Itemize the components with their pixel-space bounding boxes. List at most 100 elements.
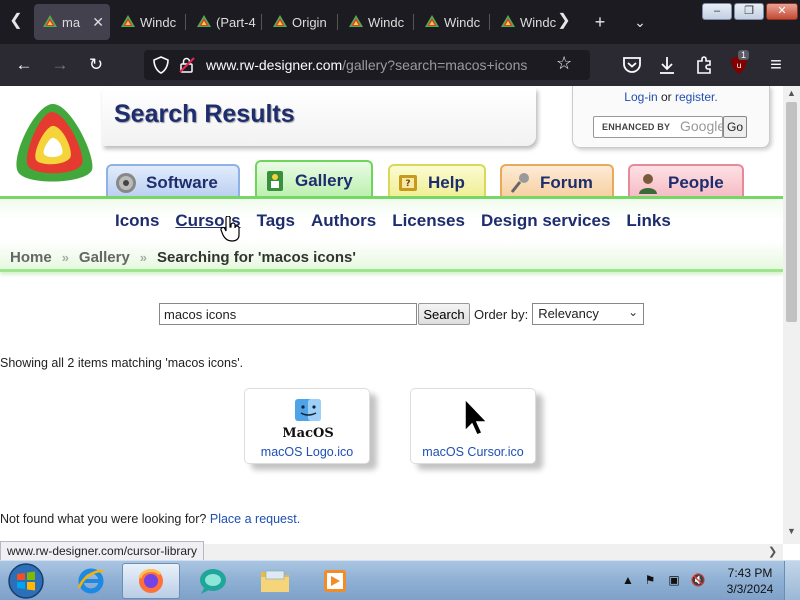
- tab-help[interactable]: ? Help: [388, 164, 486, 200]
- downloads-icon[interactable]: [658, 55, 676, 75]
- help-book-icon: ?: [399, 175, 417, 191]
- tab-separator: [261, 14, 262, 30]
- result-card-macos-logo[interactable]: MacOS macOS Logo.ico: [244, 388, 370, 464]
- result-card-macos-cursor[interactable]: macOS Cursor.ico: [410, 388, 536, 464]
- login-link[interactable]: Log-in: [624, 90, 657, 104]
- vertical-scrollbar[interactable]: ▲ ▼: [783, 86, 800, 544]
- tab-title: Windc: [140, 14, 177, 30]
- browser-tab-6[interactable]: Windc: [416, 4, 492, 40]
- scrollbar-thumb[interactable]: [786, 102, 797, 322]
- scroll-right-icon[interactable]: ❯: [768, 545, 777, 558]
- taskbar-firefox[interactable]: [122, 563, 180, 599]
- tab-scroll-left-icon[interactable]: ❮: [6, 10, 26, 32]
- not-found-text: Not found what you were looking for?: [0, 512, 207, 526]
- tab-people[interactable]: People: [628, 164, 744, 200]
- subnav-icons[interactable]: Icons: [115, 211, 159, 231]
- result-name[interactable]: macOS Logo.ico: [245, 445, 369, 459]
- taskbar-chat-app[interactable]: [184, 563, 242, 599]
- browser-tab-4[interactable]: Origin: [264, 4, 340, 40]
- shield-icon[interactable]: [152, 56, 170, 74]
- subnav-licenses[interactable]: Licenses: [392, 211, 465, 231]
- breadcrumb-home[interactable]: Home: [10, 249, 52, 266]
- insecure-lock-icon[interactable]: [178, 56, 196, 74]
- tab-software[interactable]: Software: [106, 164, 240, 200]
- browser-nav-bar: ← → ↻ www.rw-designer.com/gallery?search…: [0, 44, 800, 86]
- tab-separator: [413, 14, 414, 30]
- subnav-design-services[interactable]: Design services: [481, 211, 610, 231]
- register-link[interactable]: register.: [675, 90, 718, 104]
- google-go-button[interactable]: Go: [723, 116, 747, 138]
- rw-favicon-icon: [349, 15, 363, 27]
- tab-close-icon[interactable]: ✕: [92, 14, 104, 31]
- tab-title: ma: [62, 14, 81, 30]
- person-icon: [639, 174, 657, 194]
- tab-separator: [337, 14, 338, 30]
- extensions-puzzle-icon[interactable]: [694, 55, 714, 75]
- media-player-icon: [324, 570, 346, 592]
- login-panel: Log-in or register. ENHANCED BY Google G…: [572, 86, 770, 148]
- address-bar[interactable]: www.rw-designer.com/gallery?search=macos…: [144, 50, 590, 80]
- subnav-tags[interactable]: Tags: [257, 211, 295, 231]
- subnav-authors[interactable]: Authors: [311, 211, 376, 231]
- google-search-input[interactable]: ENHANCED BY Google: [593, 116, 725, 138]
- rw-favicon-icon: [501, 15, 515, 27]
- search-button[interactable]: Search: [418, 303, 470, 325]
- reload-icon[interactable]: ↻: [84, 53, 108, 77]
- browser-tab-3[interactable]: (Part-4: [188, 4, 264, 40]
- rw-favicon-icon: [425, 15, 439, 27]
- tab-forum[interactable]: Forum: [500, 164, 614, 200]
- hamburger-menu-icon[interactable]: ≡: [764, 53, 788, 77]
- scroll-up-icon[interactable]: ▲: [786, 88, 797, 98]
- show-desktop-button[interactable]: [784, 561, 800, 600]
- taskbar-file-explorer[interactable]: [246, 563, 304, 599]
- browser-tab-2[interactable]: Windc: [112, 4, 188, 40]
- taskbar-internet-explorer[interactable]: [62, 563, 120, 599]
- tab-title: Windc: [444, 14, 481, 30]
- result-name[interactable]: macOS Cursor.ico: [411, 445, 535, 459]
- system-tray: ▲ ⚑ ▣ 🔇 7:43 PM 3/3/2024: [614, 561, 800, 600]
- taskbar-media-player[interactable]: [306, 563, 364, 599]
- list-all-tabs-icon[interactable]: ⌄: [626, 8, 654, 36]
- rw-favicon-icon: [121, 15, 135, 27]
- not-found-line: Not found what you were looking for? Pla…: [0, 512, 300, 526]
- browser-tab-5[interactable]: Windc: [340, 4, 416, 40]
- bookmark-star-icon[interactable]: ☆: [556, 53, 572, 74]
- browser-tab-1[interactable]: ma ✕: [34, 4, 110, 40]
- forward-icon[interactable]: →: [48, 53, 72, 77]
- gallery-figure-icon: [267, 171, 283, 191]
- rw-designer-logo-icon[interactable]: [12, 100, 100, 186]
- tab-scroll-right-icon[interactable]: ❯: [554, 10, 574, 32]
- ublock-extension[interactable]: u 1: [728, 50, 750, 76]
- tab-gallery-label: Gallery: [295, 171, 353, 190]
- network-icon[interactable]: ▣: [666, 573, 682, 589]
- chat-bubble-app-icon: [200, 569, 226, 594]
- tab-gallery[interactable]: Gallery: [255, 160, 373, 200]
- back-icon[interactable]: ←: [12, 53, 36, 77]
- search-input[interactable]: [159, 303, 417, 325]
- subnav-links: Icons Cursors Tags Authors Licenses Desi…: [115, 211, 687, 231]
- taskbar-clock[interactable]: 7:43 PM 3/3/2024: [718, 565, 782, 597]
- subnav-links-item[interactable]: Links: [626, 211, 670, 231]
- disc-icon: [116, 173, 136, 193]
- url-text[interactable]: www.rw-designer.com/gallery?search=macos…: [206, 57, 527, 73]
- black-arrow-cursor-icon: [464, 397, 489, 436]
- start-button-windows-icon[interactable]: [6, 562, 46, 600]
- tab-title: Origin: [292, 14, 327, 30]
- scroll-down-icon[interactable]: ▼: [786, 526, 797, 536]
- maximize-button[interactable]: ❐: [734, 3, 764, 20]
- minimize-button[interactable]: –: [702, 3, 732, 20]
- show-hidden-icons-chevron-icon[interactable]: ▲: [620, 573, 636, 589]
- action-center-flag-icon[interactable]: ⚑: [642, 573, 658, 589]
- breadcrumb-gallery[interactable]: Gallery: [79, 249, 130, 266]
- volume-muted-icon[interactable]: 🔇: [690, 573, 706, 589]
- rw-favicon-icon: [197, 15, 211, 27]
- tab-title: Windc: [368, 14, 405, 30]
- url-host: www.rw-designer.com: [206, 57, 343, 73]
- pocket-icon[interactable]: [622, 56, 642, 74]
- close-window-button[interactable]: ✕: [766, 3, 798, 20]
- tab-people-label: People: [668, 173, 724, 192]
- new-tab-icon[interactable]: +: [586, 8, 614, 36]
- firefox-icon: [138, 569, 163, 593]
- order-by-select[interactable]: Relevancy ⌄: [532, 303, 645, 325]
- place-request-link[interactable]: Place a request.: [210, 512, 300, 526]
